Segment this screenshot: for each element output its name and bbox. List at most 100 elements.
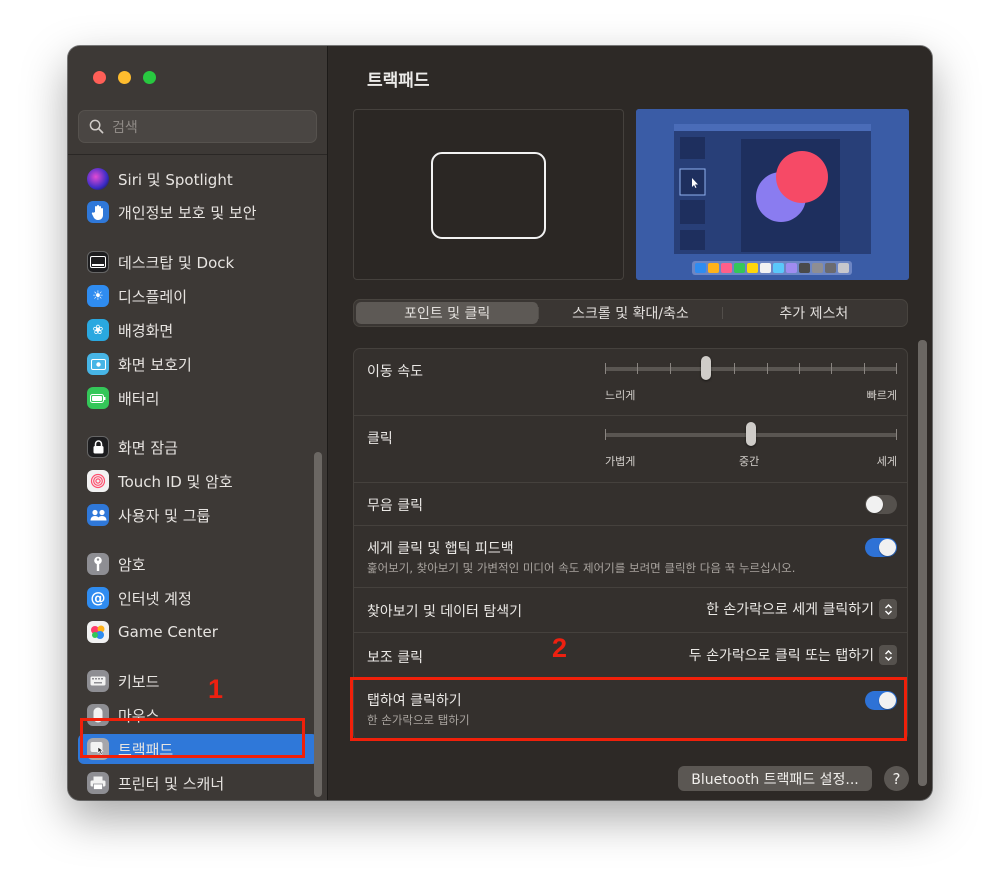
sidebar-item-internet-accounts[interactable]: @ 인터넷 계정 <box>78 583 318 613</box>
force-click-toggle[interactable] <box>865 538 897 557</box>
tab-bar: 포인트 및 클릭 스크롤 및 확대/축소 추가 제스처 <box>353 299 908 327</box>
gesture-preview-image <box>636 109 909 280</box>
sidebar-item-users[interactable]: 사용자 및 그룹 <box>78 500 318 530</box>
sidebar-item-label: 암호 <box>118 555 146 574</box>
annotation-box-trackpad <box>80 718 305 758</box>
slider-tick <box>669 363 671 374</box>
sidebar-item-label: 배경화면 <box>118 321 174 340</box>
minimize-button[interactable] <box>118 71 131 84</box>
slider-medium-label: 중간 <box>739 455 760 468</box>
sidebar-item-printers[interactable]: 프린터 및 스캐너 <box>78 768 318 798</box>
secondary-click-value: 두 손가락으로 클릭 또는 탭하기 <box>688 648 874 664</box>
sidebar-item-privacy[interactable]: 개인정보 보호 및 보안 <box>78 197 318 227</box>
chevron-updown-icon <box>879 599 897 619</box>
search-field[interactable]: 검색 <box>78 110 317 143</box>
slider-tick <box>896 429 897 440</box>
sidebar-item-label: 사용자 및 그룹 <box>118 506 211 525</box>
game-center-icon <box>87 621 109 643</box>
slider-tick <box>799 363 800 374</box>
bluetooth-trackpad-button[interactable]: Bluetooth 트랙패드 설정... <box>678 766 872 791</box>
search-placeholder: 검색 <box>112 119 138 136</box>
slider-tick <box>863 363 865 374</box>
slider-track <box>605 367 897 371</box>
lock-icon <box>87 436 109 458</box>
content-scrollbar[interactable] <box>918 340 927 786</box>
trackpad-preview <box>353 109 624 280</box>
siri-icon <box>87 168 109 190</box>
sidebar-item-desktop-dock[interactable]: 데스크탑 및 Dock <box>78 247 318 277</box>
slider-tick <box>605 429 606 440</box>
sidebar-item-game-center[interactable]: Game Center <box>78 617 318 647</box>
help-button[interactable]: ? <box>884 766 909 791</box>
printer-icon <box>87 772 109 794</box>
window-controls <box>93 71 156 84</box>
sidebar-item-label: 프린터 및 스캐너 <box>118 774 225 793</box>
desktop-preview-icon <box>636 109 909 280</box>
slider-tick <box>766 363 768 374</box>
trackpad-outline-icon <box>431 152 546 239</box>
secondary-click-popup[interactable]: 두 손가락으로 클릭 또는 탭하기 <box>689 645 897 665</box>
search-icon <box>89 119 104 134</box>
sidebar-item-label: 화면 잠금 <box>118 438 178 457</box>
click-row: 클릭 가볍게 중간 세게 <box>354 416 907 483</box>
annotation-number-2: 2 <box>552 633 568 663</box>
slider-tick <box>896 363 897 374</box>
sidebar-item-keyboard[interactable]: 키보드 <box>78 666 318 696</box>
sidebar-item-label: 배터리 <box>118 389 160 408</box>
battery-icon <box>87 387 109 409</box>
tracking-speed-row: 이동 속도 느리게 빠르게 <box>354 349 907 416</box>
click-pressure-slider[interactable] <box>605 422 897 452</box>
close-button[interactable] <box>93 71 106 84</box>
hand-icon <box>87 201 109 223</box>
dock-icon <box>87 251 109 273</box>
force-click-description: 훑어보기, 찾아보기 및 가변적인 미디어 속도 제어기를 보려면 클릭한 다음… <box>367 561 796 575</box>
silent-click-label: 무음 클릭 <box>367 498 423 514</box>
slider-light-label: 가볍게 <box>605 455 636 468</box>
slider-tick <box>831 363 833 374</box>
slider-thumb[interactable] <box>746 422 756 446</box>
sidebar-item-label: 인터넷 계정 <box>118 589 192 608</box>
silent-click-toggle[interactable] <box>865 495 897 514</box>
lookup-popup[interactable]: 한 손가락으로 세게 클릭하기 <box>706 599 897 619</box>
sidebar-item-label: Game Center <box>118 623 218 641</box>
slider-tick <box>637 363 639 374</box>
sidebar-item-label: 개인정보 보호 및 보안 <box>118 203 257 222</box>
sidebar-item-passwords[interactable]: 암호 <box>78 549 318 579</box>
zoom-button[interactable] <box>143 71 156 84</box>
sidebar-item-label: Siri 및 Spotlight <box>118 170 233 189</box>
tracking-speed-label: 이동 속도 <box>367 364 423 380</box>
secondary-click-label: 보조 클릭 <box>367 650 423 666</box>
slider-firm-label: 세게 <box>876 455 897 468</box>
page-title: 트랙패드 <box>367 71 430 91</box>
sun-icon: ☀ <box>87 285 109 307</box>
tab-more-gestures[interactable]: 추가 제스처 <box>723 302 905 324</box>
sidebar-item-label: Touch ID 및 암호 <box>118 472 233 491</box>
toggle-knob <box>866 496 883 513</box>
chevron-updown-icon <box>879 645 897 665</box>
sidebar-item-siri[interactable]: Siri 및 Spotlight <box>78 164 318 194</box>
slider-thumb[interactable] <box>700 356 711 380</box>
slider-min-label: 느리게 <box>605 389 636 402</box>
tracking-speed-slider[interactable] <box>605 356 897 386</box>
force-click-label: 세게 클릭 및 햅틱 피드백 <box>367 541 514 557</box>
tab-scroll-and-zoom[interactable]: 스크롤 및 확대/축소 <box>539 302 721 324</box>
users-icon <box>87 504 109 526</box>
sidebar-item-screensaver[interactable]: 화면 보호기 <box>78 349 318 379</box>
key-icon <box>87 553 109 575</box>
screensaver-icon <box>87 353 109 375</box>
sidebar-item-lock-screen[interactable]: 화면 잠금 <box>78 432 318 462</box>
sidebar-item-wallpaper[interactable]: ❀ 배경화면 <box>78 315 318 345</box>
sidebar-item-label: 디스플레이 <box>118 287 188 306</box>
tab-point-and-click[interactable]: 포인트 및 클릭 <box>356 302 539 324</box>
slider-tick <box>605 363 606 374</box>
keyboard-icon <box>87 670 109 692</box>
sidebar-scrollbar[interactable] <box>314 452 322 797</box>
sidebar-item-touch-id[interactable]: Touch ID 및 암호 <box>78 466 318 496</box>
annotation-number-1: 1 <box>208 674 224 704</box>
slider-tick <box>734 363 736 374</box>
sidebar-item-label: 키보드 <box>118 672 160 691</box>
sidebar-item-label: 화면 보호기 <box>118 355 192 374</box>
sidebar-item-label: 데스크탑 및 Dock <box>118 253 235 272</box>
sidebar-item-battery[interactable]: 배터리 <box>78 383 318 413</box>
sidebar-item-display[interactable]: ☀ 디스플레이 <box>78 281 318 311</box>
